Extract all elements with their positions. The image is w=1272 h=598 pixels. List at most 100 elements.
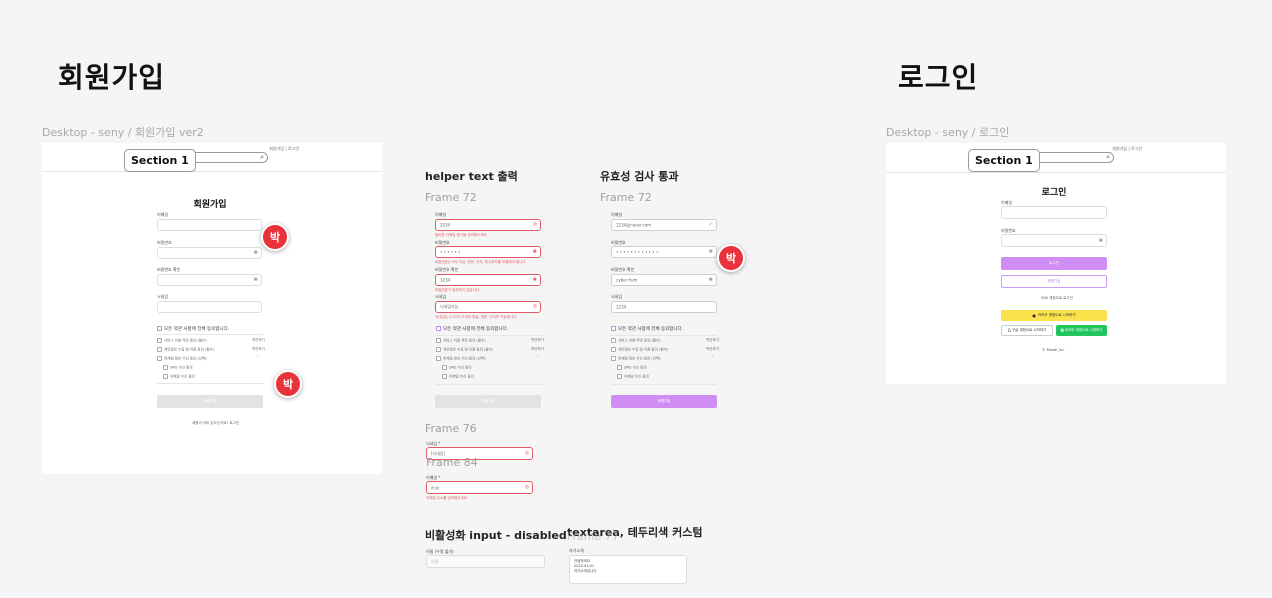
valid-confirm-input[interactable]: cyber hum ◉ bbox=[611, 274, 717, 286]
term-row[interactable]: 마케팅 정보 수신 동의 (선택) bbox=[611, 356, 661, 362]
sub-term-row[interactable]: 이메일 수신 동의 bbox=[163, 374, 195, 380]
frame84-input[interactable]: d:sk ⊘ bbox=[426, 481, 533, 494]
term-checkbox[interactable] bbox=[157, 356, 162, 361]
top-nav-links[interactable]: 회원가입 | 로그인 bbox=[269, 146, 299, 152]
sub-term-row[interactable]: 이메일 수신 동의 bbox=[617, 374, 649, 380]
sub-term-row[interactable]: SMS 수신 동의 bbox=[617, 365, 647, 371]
term-row[interactable]: 개인정보 수집 및 이용 동의 (필수) bbox=[157, 347, 214, 353]
agree-all-checkbox[interactable] bbox=[611, 326, 616, 331]
signup-button[interactable]: 회원가입 bbox=[1001, 275, 1107, 288]
valid-submit-button[interactable]: 회원가입 bbox=[611, 395, 717, 408]
term-row[interactable]: 서비스 이용 약관 동의 (필수) bbox=[157, 338, 207, 344]
term-checkbox[interactable] bbox=[436, 347, 441, 352]
term-view-link[interactable]: 약관보기 bbox=[706, 347, 719, 352]
eye-icon[interactable]: ◉ bbox=[1099, 238, 1103, 243]
sub-term-checkbox[interactable] bbox=[163, 374, 168, 379]
helper-email-input[interactable]: 2034 ⊘ bbox=[435, 219, 541, 231]
helper-confirm-input[interactable]: 1234 ◉ bbox=[435, 274, 541, 286]
top-nav-links[interactable]: 회원가입 | 로그인 bbox=[1112, 146, 1142, 152]
term-checkbox[interactable] bbox=[611, 347, 616, 352]
helper-nickname-error: 닉네임은 2-10자 이내의 한글, 영문, 숫자만 가능합니다. bbox=[435, 315, 518, 319]
login-email-input[interactable] bbox=[1001, 206, 1107, 219]
valid-nickname-input[interactable]: 1234 bbox=[611, 301, 717, 313]
term-row[interactable]: 서비스 이용 약관 동의 (필수) bbox=[436, 338, 486, 344]
valid-password-input[interactable]: • • • • • • • • • • • • ◉ bbox=[611, 246, 717, 258]
term-checkbox[interactable] bbox=[611, 338, 616, 343]
chevron-down-icon[interactable]: ⌄ bbox=[256, 354, 259, 358]
sub-term-checkbox[interactable] bbox=[617, 374, 622, 379]
email-input[interactable] bbox=[157, 219, 262, 231]
valid-email-input[interactable]: 1234@naver.com ✓ bbox=[611, 219, 717, 231]
chevron-down-icon[interactable]: ⌄ bbox=[536, 354, 539, 358]
eye-icon[interactable]: ◉ bbox=[709, 277, 713, 283]
term-row[interactable]: 마케팅 정보 수신 동의 (선택) bbox=[436, 356, 486, 362]
nickname-input[interactable] bbox=[157, 301, 262, 313]
term-view-link[interactable]: 약관보기 bbox=[252, 347, 265, 352]
helper-frame-name[interactable]: Frame 72 bbox=[425, 191, 477, 204]
agree-all-checkbox[interactable] bbox=[436, 326, 441, 331]
term-row[interactable]: 서비스 이용 약관 동의 (필수) bbox=[611, 338, 661, 344]
user-avatar[interactable]: 박 bbox=[261, 223, 289, 251]
frame76-name[interactable]: Frame 76 bbox=[425, 422, 477, 435]
helper-submit-button[interactable]: 회원가입 bbox=[435, 395, 541, 408]
term-checkbox[interactable] bbox=[157, 338, 162, 343]
password-input[interactable]: ◉ bbox=[157, 247, 262, 259]
kakao-login-button[interactable]: ● 카카오 계정으로 시작하기 bbox=[1001, 310, 1107, 321]
term-checkbox[interactable] bbox=[157, 347, 162, 352]
valid-frame-name[interactable]: Frame 72 bbox=[600, 191, 652, 204]
password-confirm-input[interactable]: ◉ bbox=[157, 274, 262, 286]
term-view-link[interactable]: 약관보기 bbox=[531, 347, 544, 352]
helper-agree-all-row[interactable]: 모든 약관 사항에 전체 동의합니다. bbox=[436, 326, 508, 332]
sub-term-row[interactable]: SMS 수신 동의 bbox=[163, 365, 193, 371]
textarea-frame-name[interactable]: Frame 77 bbox=[567, 530, 619, 543]
term-row[interactable]: 개인정보 수집 및 이용 동의 (필수) bbox=[436, 347, 493, 353]
sub-term-text: SMS 수신 동의 bbox=[170, 365, 193, 370]
term-view-link[interactable]: 약관보기 bbox=[252, 338, 265, 343]
helper-password-input[interactable]: • • • • • • ◉ bbox=[435, 246, 541, 258]
sub-term-row[interactable]: 이메일 수신 동의 bbox=[442, 374, 474, 380]
eye-icon[interactable]: ◉ bbox=[254, 277, 258, 283]
google-login-button[interactable]: G 구글 계정으로 시작하기 bbox=[1001, 325, 1053, 336]
helper-nickname-input[interactable]: 닉네임가능 ⊘ bbox=[435, 301, 541, 313]
eye-icon[interactable]: ◉ bbox=[709, 249, 713, 255]
term-text: 마케팅 정보 수신 동의 (선택) bbox=[164, 356, 207, 361]
sub-term-checkbox[interactable] bbox=[617, 365, 622, 370]
eye-icon[interactable]: ◉ bbox=[533, 249, 537, 255]
login-prompt[interactable]: 계정이 이미 있으신가요? 로그인 bbox=[192, 421, 239, 426]
term-row[interactable]: 마케팅 정보 수신 동의 (선택) bbox=[157, 356, 207, 362]
naver-login-button[interactable]: N 네이버 계정으로 시작하기 bbox=[1056, 325, 1107, 336]
agree-all-checkbox[interactable] bbox=[157, 326, 162, 331]
login-form-title: 로그인 bbox=[1041, 188, 1067, 198]
section-badge[interactable]: Section 1 bbox=[124, 149, 196, 172]
sub-term-checkbox[interactable] bbox=[163, 365, 168, 370]
sub-term-checkbox[interactable] bbox=[442, 374, 447, 379]
terms-bottom-divider bbox=[611, 384, 717, 385]
login-password-input[interactable]: ◉ bbox=[1001, 234, 1107, 247]
textarea-label: 자기소개 bbox=[569, 548, 584, 553]
valid-agree-all-row[interactable]: 모든 약관 사항에 전체 동의합니다. bbox=[611, 326, 683, 332]
term-checkbox[interactable] bbox=[611, 356, 616, 361]
custom-textarea[interactable]: 안녕하세요 2023.03.01 자기소개입니다 bbox=[569, 555, 687, 584]
valid-email-label: 이메일 bbox=[611, 212, 623, 217]
term-view-link[interactable]: 약관보기 bbox=[531, 338, 544, 343]
chevron-down-icon[interactable]: ⌄ bbox=[711, 354, 714, 358]
login-frame-label[interactable]: Desktop - seny / 로그인 bbox=[886, 124, 1009, 140]
frame84-name[interactable]: Frame 84 bbox=[426, 456, 478, 469]
sub-term-row[interactable]: SMS 수신 동의 bbox=[442, 365, 472, 371]
sub-term-checkbox[interactable] bbox=[442, 365, 447, 370]
login-button[interactable]: 로그인 bbox=[1001, 257, 1107, 270]
section-badge[interactable]: Section 1 bbox=[968, 149, 1040, 172]
term-checkbox[interactable] bbox=[436, 356, 441, 361]
user-avatar[interactable]: 박 bbox=[717, 244, 745, 272]
signup-frame-label[interactable]: Desktop - seny / 회원가입 ver2 bbox=[42, 124, 204, 140]
term-view-link[interactable]: 약관보기 bbox=[706, 338, 719, 343]
user-avatar[interactable]: 박 bbox=[274, 370, 302, 398]
term-checkbox[interactable] bbox=[436, 338, 441, 343]
term-row[interactable]: 개인정보 수집 및 이용 동의 (필수) bbox=[611, 347, 668, 353]
helper-confirm-label: 비밀번호 확인 bbox=[435, 267, 459, 272]
agree-all-text: 모든 약관 사항에 전체 동의합니다. bbox=[618, 327, 684, 332]
eye-icon[interactable]: ◉ bbox=[533, 277, 537, 283]
agree-all-row[interactable]: 모든 약관 사항에 전체 동의합니다. bbox=[157, 326, 229, 332]
eye-icon[interactable]: ◉ bbox=[254, 250, 258, 256]
signup-submit-button[interactable]: 회원가입 bbox=[157, 395, 263, 408]
